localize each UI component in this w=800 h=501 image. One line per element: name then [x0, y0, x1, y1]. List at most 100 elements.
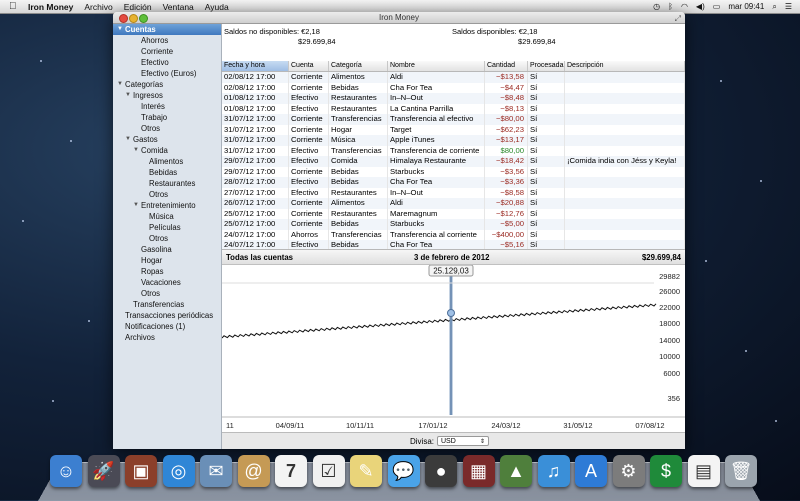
sidebar-item[interactable]: Otros [113, 189, 221, 200]
graph-plot[interactable]: 29882 26000 22000 18000 14000 10000 6000 356 25.… [222, 265, 685, 433]
table-row[interactable]: 31/07/12 17:00 Efectivo Transferencias Tran… [222, 145, 685, 156]
table-row[interactable]: 02/08/12 17:00 Corriente Bebidas Cha For Te… [222, 82, 685, 93]
sidebar-item[interactable]: ▼ Cuentas [113, 24, 221, 35]
photo-booth-icon[interactable]: ▣ [125, 455, 157, 487]
disclosure-triangle-icon[interactable]: ▼ [125, 134, 131, 145]
table-row[interactable]: 01/08/12 17:00 Efectivo Restaurantes La Can… [222, 103, 685, 114]
mail-icon[interactable]: ✉ [200, 455, 232, 487]
table-row[interactable]: 28/07/12 17:00 Efectivo Bebidas Cha For Tea… [222, 177, 685, 188]
sidebar-item[interactable]: Películas [113, 222, 221, 233]
menu-archivo[interactable]: Archivo [84, 2, 112, 12]
menu-ventana[interactable]: Ventana [163, 2, 194, 12]
calendar-icon[interactable]: 7 [275, 455, 307, 487]
app-store-icon[interactable]: A [575, 455, 607, 487]
volume-icon[interactable]: ◀) [696, 2, 705, 11]
sidebar-item[interactable]: Otros [113, 288, 221, 299]
sidebar-item[interactable]: Interés [113, 101, 221, 112]
reminders-icon[interactable]: ☑ [312, 455, 345, 487]
close-icon[interactable] [119, 14, 128, 23]
column-processed[interactable]: Procesada [528, 61, 565, 71]
notification-center-icon[interactable]: ☰ [785, 2, 792, 11]
sidebar-item[interactable]: Hogar [113, 255, 221, 266]
table-row[interactable]: 29/07/12 17:00 Corriente Bebidas Starbucks −… [222, 166, 685, 177]
table-row[interactable]: 31/07/12 17:00 Corriente Hogar Target −$62,2… [222, 124, 685, 135]
sidebar-item[interactable]: ▼ Categorías [113, 79, 221, 90]
table-row[interactable]: 02/08/12 17:00 Corriente Alimentos Aldi −$13… [222, 72, 685, 83]
table-cell: Efectivo [289, 177, 329, 188]
sidebar-item[interactable]: ▼ Ingresos [113, 90, 221, 101]
menu-app-name[interactable]: Iron Money [28, 2, 73, 12]
document-icon[interactable]: ▤ [687, 455, 720, 487]
sidebar-item[interactable]: Efectivo (Euros) [113, 68, 221, 79]
sidebar-item[interactable]: ▼ Comida [113, 145, 221, 156]
sidebar-item[interactable]: Gasolina [113, 244, 221, 255]
disclosure-triangle-icon[interactable]: ▼ [133, 200, 139, 211]
sidebar-item[interactable]: Restaurantes [113, 178, 221, 189]
system-preferences-icon[interactable]: ⚙ [612, 455, 645, 487]
bluetooth-icon[interactable]: ᛒ [668, 2, 673, 11]
fullscreen-icon[interactable]: ⤢ [675, 13, 681, 24]
disclosure-triangle-icon[interactable]: ▼ [133, 145, 139, 156]
column-amount[interactable]: Cantidad [485, 61, 528, 71]
column-name[interactable]: Nombre [388, 61, 485, 71]
sidebar-item[interactable]: Trabajo [113, 112, 221, 123]
sidebar-item[interactable]: Notificaciones (1) [113, 321, 221, 332]
sidebar-item[interactable]: Archivos [113, 332, 221, 343]
table-row[interactable]: 24/07/12 17:00 Efectivo Bebidas Cha For Tea… [222, 240, 685, 249]
table-row[interactable]: 31/07/12 17:00 Corriente Música Apple iTune… [222, 135, 685, 146]
disclosure-triangle-icon[interactable]: ▼ [117, 24, 123, 35]
table-row[interactable]: 26/07/12 17:00 Corriente Alimentos Aldi −$20… [222, 198, 685, 209]
table-row[interactable]: 31/07/12 17:00 Corriente Transferencias Tra… [222, 114, 685, 125]
sidebar-item[interactable]: Música [113, 211, 221, 222]
column-date[interactable]: Fecha y hora [222, 61, 289, 71]
sidebar-item[interactable]: Bebidas [113, 167, 221, 178]
finder-icon[interactable]: ☺ [50, 455, 82, 487]
iron-money-icon[interactable]: $ [650, 455, 682, 487]
itunes-icon[interactable]: ♫ [537, 455, 570, 487]
table-row[interactable]: 25/07/12 17:00 Corriente Bebidas Starbucks −… [222, 219, 685, 230]
iphoto-icon[interactable]: ▲ [500, 455, 532, 487]
sidebar-item[interactable]: Corriente [113, 46, 221, 57]
sidebar-item[interactable]: Transferencias [113, 299, 221, 310]
apple-icon[interactable]:  [9, 1, 19, 12]
sidebar-item[interactable]: Alimentos [113, 156, 221, 167]
sidebar-item[interactable]: ▼ Entretenimiento [113, 200, 221, 211]
sidebar-item[interactable]: ▼ Gastos [113, 134, 221, 145]
sidebar-item[interactable]: Otros [113, 123, 221, 134]
launchpad-icon[interactable]: 🚀 [87, 455, 120, 487]
table-row[interactable]: 24/07/12 17:00 Ahorros Transferencias Trans… [222, 229, 685, 240]
window-titlebar[interactable]: Iron Money ⤢ [113, 12, 685, 24]
notes-icon[interactable]: ✎ [350, 455, 382, 487]
trash-icon[interactable]: 🗑 [725, 455, 757, 487]
column-description[interactable]: Descripción [565, 61, 685, 71]
messages-icon[interactable]: 💬 [387, 455, 420, 487]
sidebar-item[interactable]: Vacaciones [113, 277, 221, 288]
sidebar-item[interactable]: Ahorros [113, 35, 221, 46]
sidebar-item[interactable]: Otros [113, 233, 221, 244]
menu-clock[interactable]: mar 09:41 [728, 2, 764, 11]
menu-ayuda[interactable]: Ayuda [205, 2, 229, 12]
minimize-icon[interactable] [129, 14, 138, 23]
currency-select[interactable]: USD ⇕ [437, 436, 489, 446]
photo-booth-film-icon[interactable]: ▦ [462, 455, 495, 487]
safari-icon[interactable]: ◎ [162, 455, 195, 487]
time-machine-icon[interactable]: ◷ [653, 2, 660, 11]
column-account[interactable]: Cuenta [289, 61, 329, 71]
disclosure-triangle-icon[interactable]: ▼ [117, 79, 123, 90]
contacts-icon[interactable]: @ [237, 455, 270, 487]
table-row[interactable]: 29/07/12 17:00 Efectivo Comida Himalaya Res… [222, 156, 685, 167]
battery-icon[interactable]: ▭ [713, 2, 721, 11]
facetime-icon[interactable]: ● [425, 455, 457, 487]
table-row[interactable]: 25/07/12 17:00 Corriente Restaurantes Marem… [222, 208, 685, 219]
sidebar-item[interactable]: Transacciones periódicas [113, 310, 221, 321]
column-category[interactable]: Categoría [329, 61, 388, 71]
table-row[interactable]: 01/08/12 17:00 Efectivo Restaurantes In–N–O… [222, 93, 685, 104]
sidebar-item[interactable]: Ropas [113, 266, 221, 277]
zoom-icon[interactable] [139, 14, 148, 23]
menu-edicion[interactable]: Edición [124, 2, 152, 12]
table-row[interactable]: 27/07/12 17:00 Efectivo Restaurantes In–N–O… [222, 187, 685, 198]
sidebar-item[interactable]: Efectivo [113, 57, 221, 68]
spotlight-icon[interactable]: ⌕ [772, 2, 776, 12]
wifi-icon[interactable]: ◠ [681, 2, 688, 11]
disclosure-triangle-icon[interactable]: ▼ [125, 90, 131, 101]
